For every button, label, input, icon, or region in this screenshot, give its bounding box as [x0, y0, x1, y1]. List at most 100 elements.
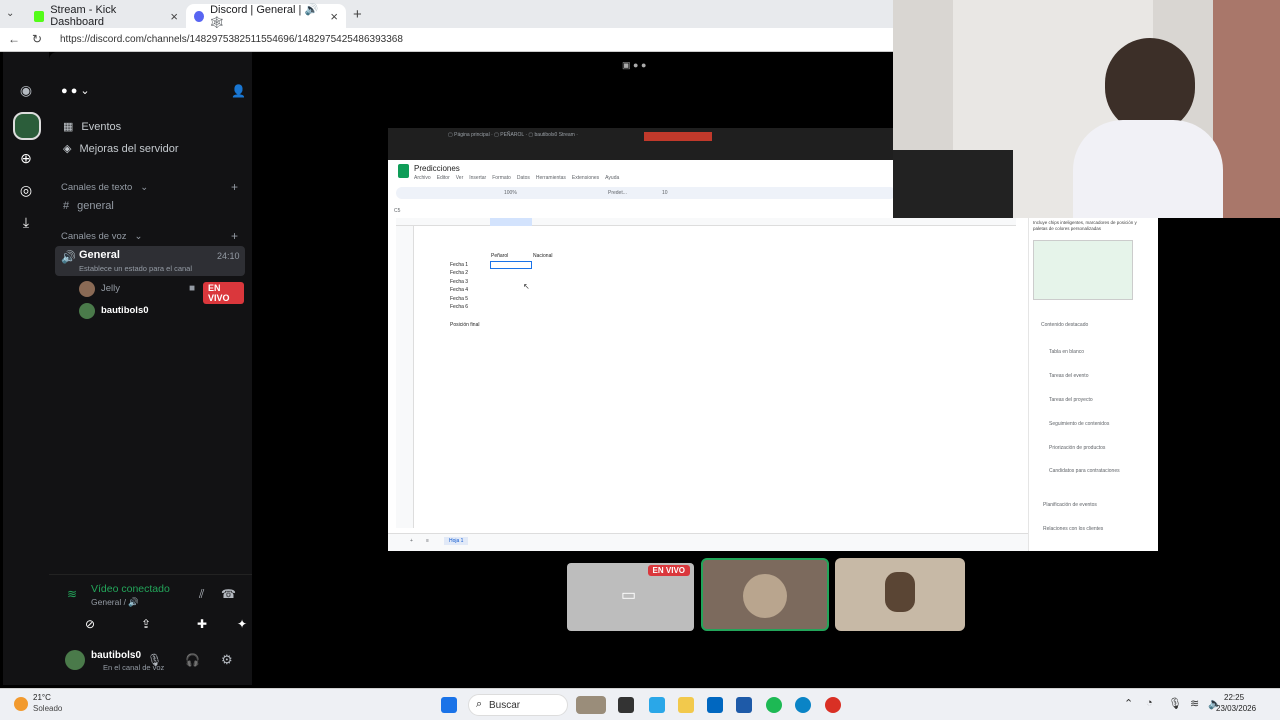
tab-discord[interactable]: Discord | General | 🔊 🕸️ ×	[186, 4, 346, 29]
file-explorer-icon[interactable]	[678, 697, 694, 713]
kick-icon	[34, 10, 45, 22]
back-icon[interactable]: ←	[8, 32, 20, 46]
zoom-select[interactable]: 100%	[504, 190, 517, 196]
invite-user-icon[interactable]: 👤	[231, 84, 246, 98]
tray-chevron-icon[interactable]: ⌃	[1124, 697, 1133, 710]
cell-fecha[interactable]: Fecha 2	[450, 270, 468, 276]
sheet-tab[interactable]: Hoja 1	[444, 537, 469, 545]
chrome-icon[interactable]	[825, 697, 841, 713]
widget-thumbnail[interactable]	[576, 696, 606, 714]
server-header[interactable]: ● ● ⌄	[61, 84, 90, 97]
template-item[interactable]: Seguimiento de contenidos	[1049, 421, 1109, 427]
spotify-icon[interactable]	[766, 697, 782, 713]
menu-item[interactable]: Ayuda	[605, 175, 619, 181]
server-icon[interactable]	[13, 112, 41, 140]
template-group[interactable]: Planificación de eventos	[1043, 502, 1097, 508]
voice-category[interactable]: Canales de voz ⌄	[61, 231, 142, 242]
clock-date[interactable]: 23/03/2026	[1216, 704, 1256, 713]
menu-item[interactable]: Extensiones	[572, 175, 599, 181]
download-icon[interactable]: ⤓	[16, 212, 36, 232]
tab-list-chevron-icon[interactable]: ⌄	[6, 8, 14, 19]
mic-tray-icon[interactable]: 🎙	[1168, 697, 1182, 710]
menu-item[interactable]: Editor	[437, 175, 450, 181]
font-select[interactable]: Predet...	[608, 190, 627, 196]
weather-temp[interactable]: 21°C	[33, 693, 51, 702]
template-group[interactable]: Relaciones con los clientes	[1043, 526, 1103, 532]
template-item[interactable]: Priorización de productos	[1049, 445, 1105, 451]
template-item[interactable]: Tareas del evento	[1049, 373, 1088, 379]
microphone-icon[interactable]: 🎙	[147, 653, 162, 667]
tab-kick[interactable]: Stream - Kick Dashboard ×	[26, 4, 186, 28]
add-sheet-icon[interactable]: +	[410, 538, 413, 544]
events-item[interactable]: ▦ Eventos	[63, 120, 121, 134]
sun-icon	[14, 697, 28, 711]
cell-nacional[interactable]: Nacional	[533, 253, 552, 259]
add-server-icon[interactable]: ⊕	[16, 148, 36, 168]
voice-member[interactable]: bautibols0	[79, 302, 244, 320]
menu-item[interactable]: Herramientas	[536, 175, 566, 181]
disconnect-icon[interactable]: ☎	[221, 587, 236, 601]
cell-fecha[interactable]: Fecha 6	[450, 304, 468, 310]
video-tile-bautibols0[interactable]	[835, 558, 965, 631]
menu-item[interactable]: Datos	[517, 175, 530, 181]
sheet-title[interactable]: Predicciones	[414, 164, 460, 173]
reload-icon[interactable]: ↻	[32, 32, 42, 46]
template-preview[interactable]	[1033, 240, 1133, 300]
video-tile-jelly[interactable]	[701, 558, 829, 631]
signal-icon[interactable]: ≋	[67, 587, 77, 601]
task-view-icon[interactable]	[618, 697, 634, 713]
menu-item[interactable]: Ver	[456, 175, 464, 181]
menu-item[interactable]: Formato	[492, 175, 511, 181]
wifi-icon[interactable]: ≋	[1190, 697, 1199, 710]
voice-member[interactable]: Jelly ■ EN VIVO	[79, 280, 244, 304]
cell-fecha[interactable]: Fecha 3	[450, 279, 468, 285]
headphones-icon[interactable]: 🎧	[185, 653, 200, 667]
activities-icon[interactable]: ✚	[197, 617, 207, 631]
edge-icon[interactable]	[736, 697, 752, 713]
avatar[interactable]	[65, 650, 85, 670]
channel-general-text[interactable]: # general	[63, 200, 114, 212]
cell-final[interactable]: Posición final	[450, 322, 479, 328]
soundboard-icon[interactable]: ✦	[237, 617, 247, 631]
screen-share-icon[interactable]: ⇪	[141, 617, 151, 631]
browser-icon[interactable]	[795, 697, 811, 713]
close-icon[interactable]: ×	[330, 9, 338, 24]
network-icon[interactable]: ◔	[1146, 697, 1153, 709]
voice-channel-general[interactable]: 🔊 General 24:10 Establece un estado para…	[55, 246, 245, 276]
weather-desc[interactable]: Soleado	[33, 704, 62, 713]
copilot-icon[interactable]	[649, 697, 665, 713]
close-icon[interactable]: ×	[170, 9, 178, 24]
discord-home-icon[interactable]: ◉	[16, 80, 36, 100]
new-tab-icon[interactable]: +	[353, 6, 362, 23]
sheet-grid[interactable]: Peñarol Nacional Fecha 1 Fecha 2 Fecha 3…	[396, 218, 1016, 528]
channel-status[interactable]: Establece un estado para el canal	[79, 264, 192, 273]
noise-suppression-icon[interactable]: ⫽	[199, 587, 204, 602]
cell-penarol[interactable]: Peñarol	[491, 253, 508, 259]
camera-off-icon[interactable]: ⊘	[85, 617, 95, 631]
cell-fecha[interactable]: Fecha 4	[450, 287, 468, 293]
windows-start-icon[interactable]	[441, 697, 457, 713]
template-item[interactable]: Candidatos para contrataciones	[1049, 468, 1120, 474]
add-channel-icon[interactable]: +	[231, 180, 238, 194]
template-item[interactable]: Tareas del proyecto	[1049, 397, 1093, 403]
panel-heading[interactable]: Contenido destacado	[1041, 322, 1088, 328]
menu-item[interactable]: Insertar	[469, 175, 486, 181]
clock-time[interactable]: 22:25	[1224, 693, 1244, 702]
menu-item[interactable]: Archivo	[414, 175, 431, 181]
all-sheets-icon[interactable]: ≡	[426, 538, 429, 544]
search-box[interactable]: ⌕ Buscar	[468, 694, 568, 716]
stream-tile-screen[interactable]: EN VIVO ▭	[567, 563, 694, 631]
add-channel-icon[interactable]: +	[231, 229, 238, 243]
selected-cell[interactable]	[490, 261, 532, 269]
settings-gear-icon[interactable]: ⚙	[221, 652, 233, 668]
discover-icon[interactable]: ◎	[16, 180, 36, 200]
template-item[interactable]: Tabla en blanco	[1049, 349, 1084, 355]
cell-fecha[interactable]: Fecha 1	[450, 262, 468, 268]
url-input[interactable]: https://discord.com/channels/14829753825…	[60, 34, 403, 45]
cell-ref[interactable]: C5	[394, 208, 400, 214]
boosts-item[interactable]: ◈ Mejoras del servidor	[63, 142, 179, 156]
store-icon[interactable]	[707, 697, 723, 713]
cell-fecha[interactable]: Fecha 5	[450, 296, 468, 302]
text-category[interactable]: Canales de texto ⌄	[61, 182, 148, 193]
font-size-input[interactable]: 10	[662, 190, 668, 196]
